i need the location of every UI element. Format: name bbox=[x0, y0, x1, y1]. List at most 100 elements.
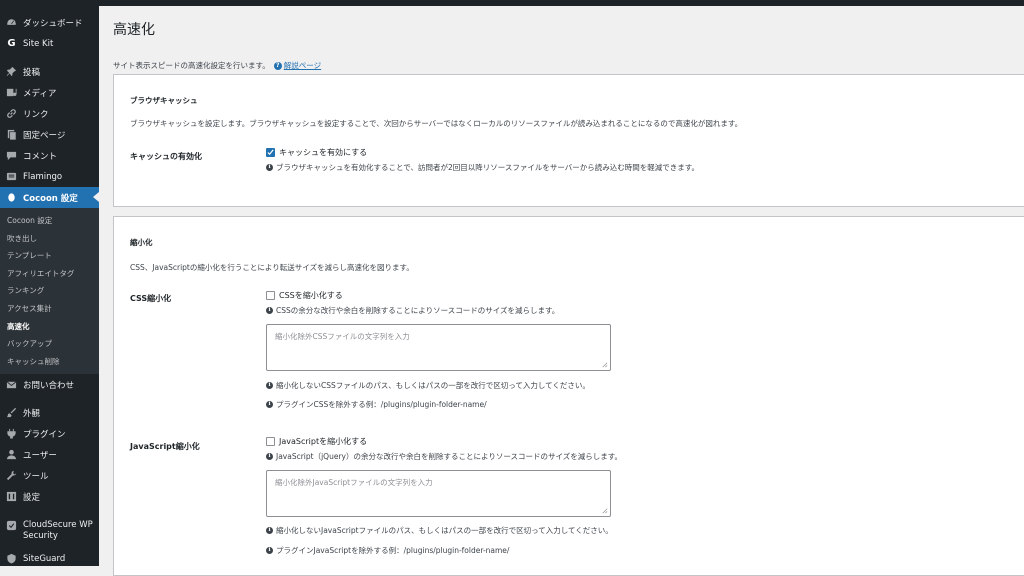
menu-siteguard[interactable]: SiteGuard bbox=[0, 548, 99, 566]
submenu-item[interactable]: バックアップ bbox=[0, 335, 99, 353]
menu-tools-label: ツール bbox=[23, 471, 49, 482]
menu-pages[interactable]: 固定ページ bbox=[0, 124, 99, 145]
submenu-item[interactable]: Cocoon 設定 bbox=[0, 212, 99, 230]
menu-dashboard[interactable]: ダッシュボード bbox=[0, 12, 99, 33]
submenu-item[interactable]: 吹き出し bbox=[0, 230, 99, 248]
info-icon: i bbox=[266, 307, 273, 314]
help-icon: ? bbox=[273, 62, 282, 70]
info-icon: i bbox=[266, 453, 273, 460]
user-icon bbox=[6, 449, 17, 460]
page-description: サイト表示スピードの高速化設定を行います。? 解説ページ bbox=[113, 60, 321, 71]
cocoon-icon bbox=[6, 192, 17, 203]
menu-flamingo[interactable]: Flamingo bbox=[0, 166, 99, 187]
css-minify-checkbox-wrap[interactable]: CSSを縮小化する bbox=[266, 290, 343, 301]
minify-description: CSS、JavaScriptの縮小化を行うことにより転送サイズを減らし高速化を図… bbox=[130, 263, 414, 272]
submenu-item[interactable]: キャッシュ削除 bbox=[0, 353, 99, 371]
js-exclude-textarea[interactable]: 縮小化除外JavaScriptファイルの文字列を入力 bbox=[266, 470, 611, 517]
menu-settings-label: 設定 bbox=[23, 492, 41, 503]
submenu-item[interactable]: テンプレート bbox=[0, 247, 99, 265]
minify-title: 縮小化 bbox=[130, 238, 153, 247]
info-icon: i bbox=[266, 547, 273, 554]
css-exclude-example-text: プラグインCSSを除外する例：/plugins/plugin-folder-na… bbox=[276, 400, 487, 409]
js-exclude-note-text: 縮小化しないJavaScriptファイルのパス、もしくはパスの一部を改行で区切っ… bbox=[276, 526, 613, 535]
css-exclude-placeholder: 縮小化除外CSSファイルの文字列を入力 bbox=[275, 332, 410, 341]
submenu-item[interactable]: アクセス集計 bbox=[0, 300, 99, 318]
cache-enable-note-text: ブラウザキャッシュを有効化することで、訪問者が2回目以降リソースファイルをサーバ… bbox=[276, 163, 700, 172]
menu-site-kit[interactable]: G Site Kit bbox=[0, 33, 99, 54]
browser-cache-panel: ブラウザキャッシュ ブラウザキャッシュを設定します。ブラウザキャッシュを設定する… bbox=[113, 74, 1024, 207]
info-icon: i bbox=[266, 401, 273, 408]
settings-icon bbox=[6, 491, 17, 502]
js-exclude-placeholder: 縮小化除外JavaScriptファイルの文字列を入力 bbox=[275, 478, 433, 487]
dashboard-icon bbox=[6, 17, 17, 28]
menu-media-label: メディア bbox=[23, 88, 57, 99]
page-title: 高速化 bbox=[113, 22, 155, 38]
menu-comments-label: コメント bbox=[23, 151, 58, 162]
menu-settings[interactable]: 設定 bbox=[0, 486, 99, 507]
cache-enable-note: i ブラウザキャッシュを有効化することで、訪問者が2回目以降リソースファイルをサー… bbox=[266, 162, 699, 173]
menu-cloudsecure[interactable]: CloudSecure WP Security bbox=[0, 514, 99, 548]
menu-contact-label: お問い合わせ bbox=[23, 380, 75, 391]
check-icon bbox=[267, 149, 274, 156]
plugin-icon bbox=[6, 428, 17, 439]
css-exclude-note: i 縮小化しないCSSファイルのパス、もしくはパスの一部を改行で区切って入力してく… bbox=[266, 380, 590, 391]
comment-icon bbox=[6, 150, 17, 161]
page-description-text: サイト表示スピードの高速化設定を行います。 bbox=[113, 61, 270, 70]
menu-dashboard-label: ダッシュボード bbox=[23, 18, 83, 29]
cache-enable-checkbox-wrap[interactable]: キャッシュを有効にする bbox=[266, 147, 367, 158]
menu-tools[interactable]: ツール bbox=[0, 465, 99, 486]
cache-enable-checkbox[interactable] bbox=[266, 148, 275, 157]
pin-icon bbox=[6, 66, 17, 77]
resize-grip-icon[interactable] bbox=[601, 361, 608, 368]
brush-icon bbox=[6, 407, 17, 418]
info-icon: i bbox=[266, 527, 273, 534]
js-exclude-example: i プラグインJavaScriptを除外する例：/plugins/plugin-f… bbox=[266, 545, 509, 556]
menu-media[interactable]: メディア bbox=[0, 82, 99, 103]
info-icon: i bbox=[266, 382, 273, 389]
flamingo-icon bbox=[6, 171, 17, 182]
info-icon: i bbox=[266, 164, 273, 171]
css-minify-checkbox[interactable] bbox=[266, 291, 275, 300]
menu-users[interactable]: ユーザー bbox=[0, 444, 99, 465]
js-minify-note-text: JavaScript（jQuery）の余分な改行や余白を削除することによりソース… bbox=[276, 452, 622, 461]
submenu-item-active[interactable]: 高速化 bbox=[0, 318, 99, 336]
cocoon-submenu: Cocoon 設定 吹き出し テンプレート アフィリエイトタグ ランキング アク… bbox=[0, 208, 99, 375]
browser-cache-description: ブラウザキャッシュを設定します。ブラウザキャッシュを設定することで、次回からサー… bbox=[130, 119, 743, 128]
js-minify-checkbox[interactable] bbox=[266, 437, 275, 446]
site-kit-icon: G bbox=[7, 38, 16, 49]
js-exclude-note: i 縮小化しないJavaScriptファイルのパス、もしくはパスの一部を改行で区切… bbox=[266, 525, 613, 536]
css-exclude-note-text: 縮小化しないCSSファイルのパス、もしくはパスの一部を改行で区切って入力してくだ… bbox=[276, 381, 590, 390]
menu-links[interactable]: リンク bbox=[0, 103, 99, 124]
cache-enable-label: キャッシュの有効化 bbox=[130, 152, 202, 161]
css-minify-note-text: CSSの余分な改行や余白を削除することによりソースコードのサイズを減らします。 bbox=[276, 306, 560, 315]
menu-cocoon-settings[interactable]: Cocoon 設定 bbox=[0, 187, 99, 208]
resize-grip-icon[interactable] bbox=[601, 507, 608, 514]
menu-comments[interactable]: コメント bbox=[0, 145, 99, 166]
menu-flamingo-label: Flamingo bbox=[23, 171, 63, 182]
link-icon bbox=[6, 108, 17, 119]
menu-plugins-label: プラグイン bbox=[23, 429, 66, 440]
menu-appearance[interactable]: 外観 bbox=[0, 402, 99, 423]
menu-cloudsecure-label: CloudSecure WP Security bbox=[23, 520, 93, 542]
menu-posts[interactable]: 投稿 bbox=[0, 61, 99, 82]
page-icon bbox=[6, 129, 17, 140]
js-minify-checkbox-wrap[interactable]: JavaScriptを縮小化する bbox=[266, 436, 367, 447]
menu-pages-label: 固定ページ bbox=[23, 130, 66, 141]
menu-links-label: リンク bbox=[23, 109, 49, 120]
cloudsecure-icon bbox=[6, 520, 17, 531]
menu-site-kit-label: Site Kit bbox=[23, 38, 54, 49]
help-link[interactable]: 解説ページ bbox=[284, 61, 321, 70]
css-exclude-example: i プラグインCSSを除外する例：/plugins/plugin-folder-n… bbox=[266, 399, 487, 410]
admin-top-bar bbox=[0, 0, 1024, 6]
css-exclude-textarea[interactable]: 縮小化除外CSSファイルの文字列を入力 bbox=[266, 324, 611, 371]
mail-icon bbox=[6, 379, 17, 390]
siteguard-icon bbox=[6, 553, 17, 564]
menu-contact[interactable]: お問い合わせ bbox=[0, 374, 99, 395]
js-minify-note: i JavaScript（jQuery）の余分な改行や余白を削除することによりソー… bbox=[266, 451, 622, 462]
menu-plugins[interactable]: プラグイン bbox=[0, 423, 99, 444]
js-minify-label: JavaScript縮小化 bbox=[130, 442, 200, 451]
submenu-item[interactable]: アフィリエイトタグ bbox=[0, 265, 99, 283]
submenu-item[interactable]: ランキング bbox=[0, 282, 99, 300]
cache-enable-checkbox-label: キャッシュを有効にする bbox=[279, 148, 368, 157]
css-minify-checkbox-label: CSSを縮小化する bbox=[279, 291, 343, 300]
